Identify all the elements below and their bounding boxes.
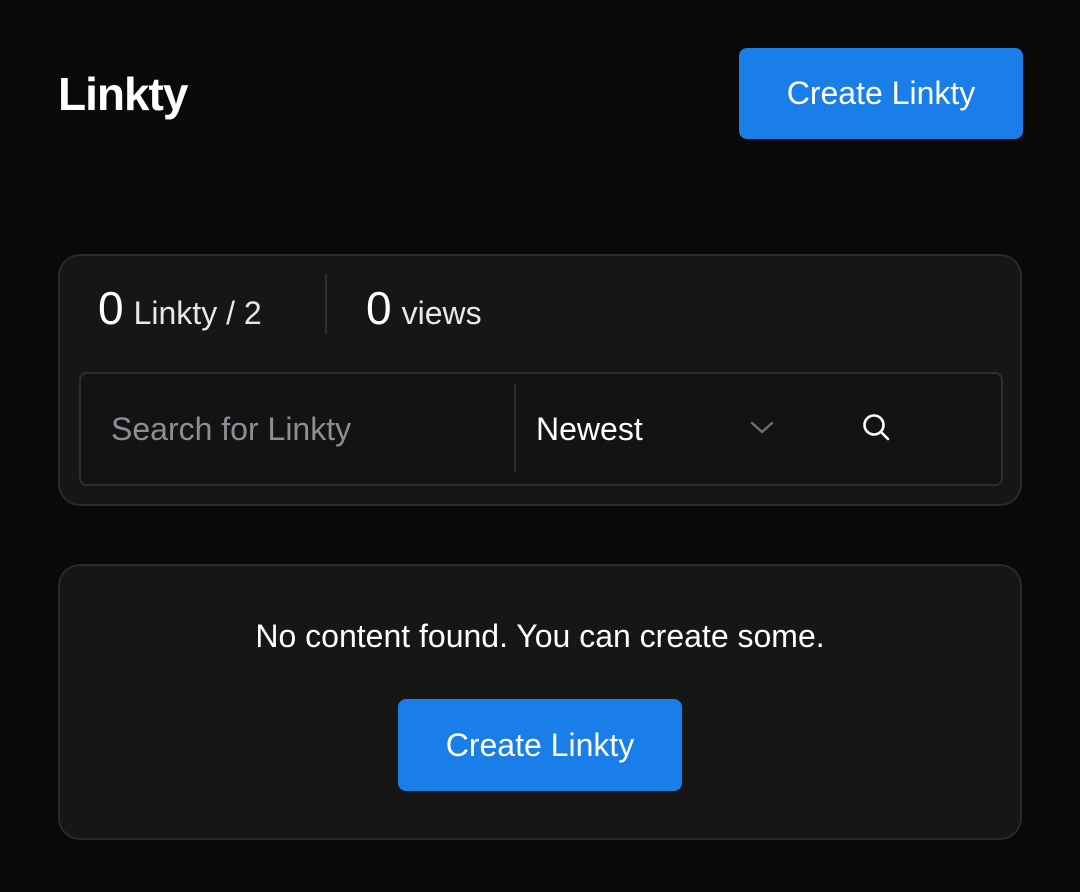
search-icon	[861, 412, 891, 447]
empty-state-message: No content found. You can create some.	[255, 618, 825, 654]
views-label: views	[401, 295, 482, 331]
create-linkty-button[interactable]: Create Linkty	[739, 48, 1023, 139]
search-bar: Newest	[79, 372, 1003, 486]
views-stat: 0 views	[366, 278, 482, 338]
search-input[interactable]	[81, 374, 515, 484]
page-title: Linkty	[58, 68, 188, 120]
stats-card: 0 Linkty / 2 0 views Newest	[58, 254, 1022, 506]
linkty-count-value: 0	[98, 282, 124, 334]
sort-select[interactable]: Newest	[516, 374, 776, 484]
search-button[interactable]	[851, 404, 901, 454]
sort-selected-value: Newest	[536, 410, 643, 447]
views-count-value: 0	[366, 282, 392, 334]
page: Linkty Create Linkty 0 Linkty / 2 0 view…	[0, 0, 1080, 892]
chevron-down-icon	[750, 416, 774, 440]
linkty-count-label: Linkty / 2	[133, 295, 262, 331]
empty-state-card: No content found. You can create some. C…	[58, 564, 1022, 840]
stats-divider	[325, 274, 327, 334]
linkty-count-stat: 0 Linkty / 2	[98, 278, 262, 338]
empty-state-create-button[interactable]: Create Linkty	[398, 699, 682, 791]
